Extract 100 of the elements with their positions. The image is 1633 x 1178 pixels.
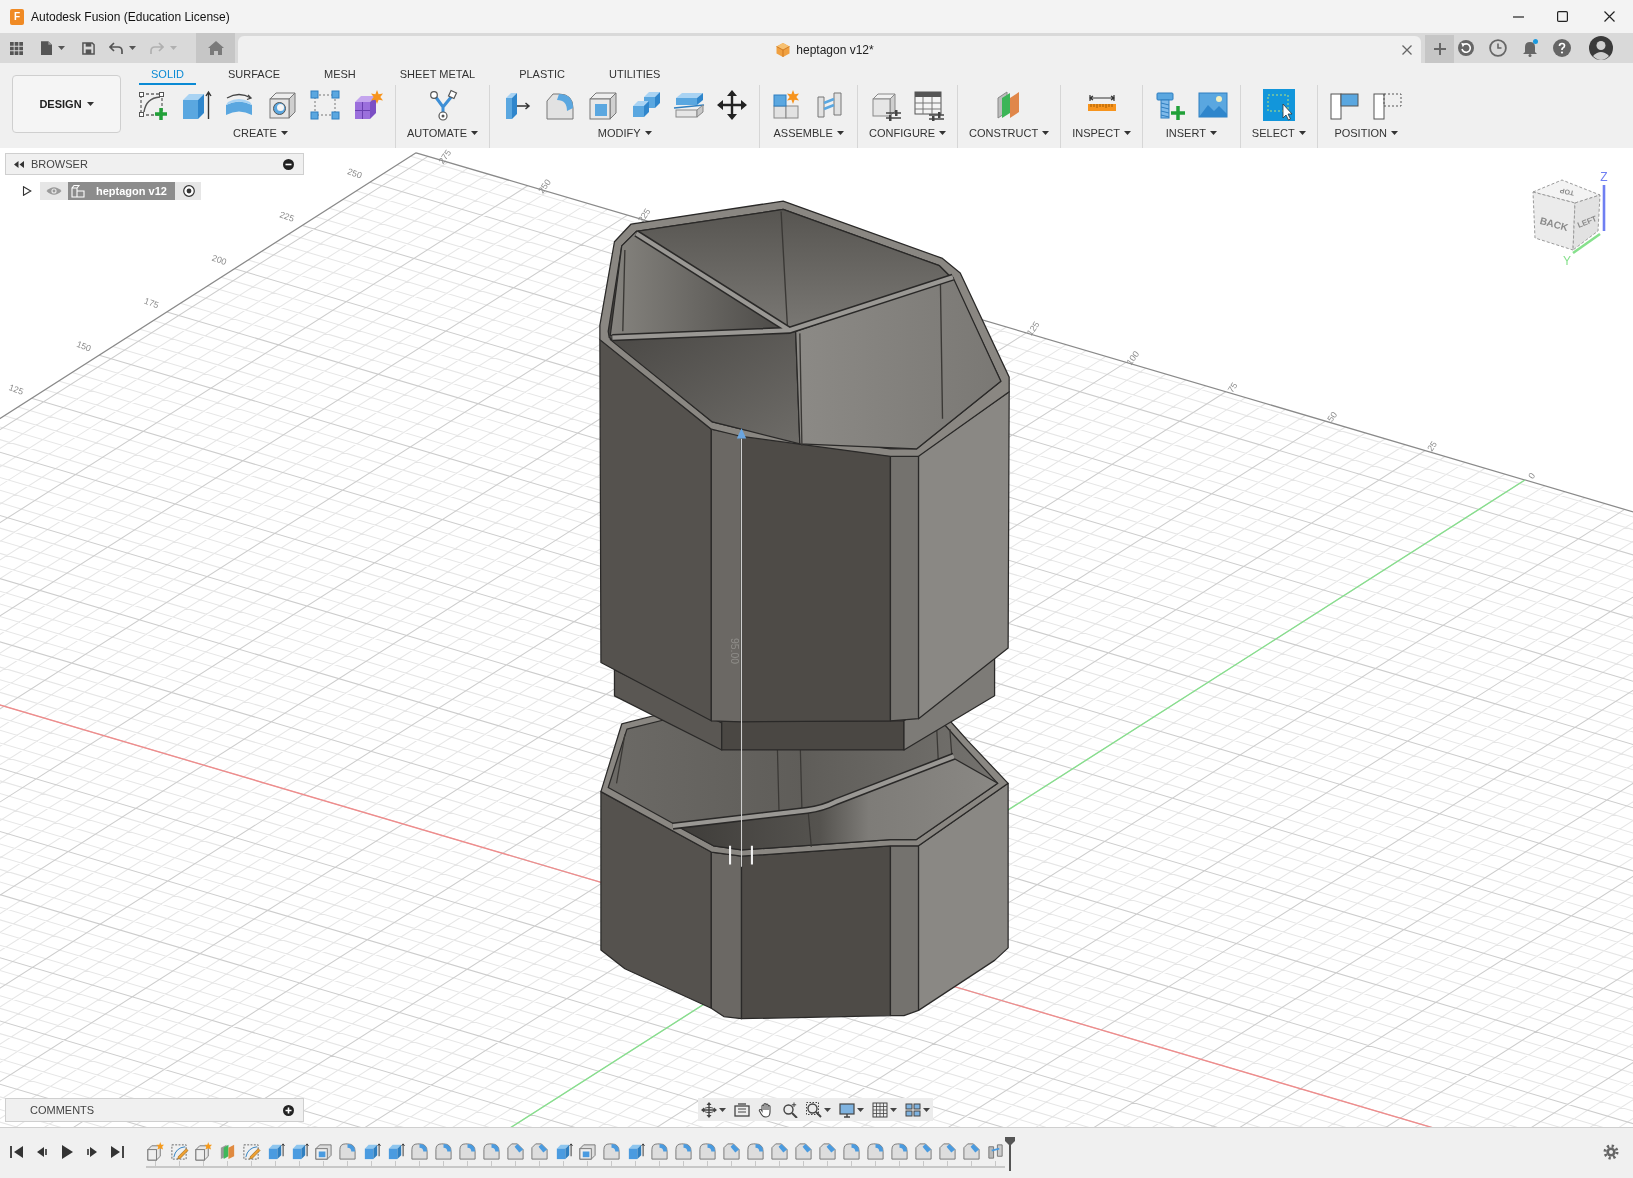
clock-icon[interactable] — [1489, 39, 1507, 57]
viewports-icon[interactable] — [905, 1101, 921, 1118]
monitor-icon[interactable] — [839, 1101, 855, 1118]
box-star-icon[interactable] — [194, 1142, 213, 1161]
ribbon-tab[interactable]: UTILITIES — [597, 68, 673, 85]
beveled-block-icon[interactable] — [506, 1142, 525, 1161]
expand-icon[interactable] — [22, 186, 32, 196]
bell-icon[interactable] — [1521, 39, 1539, 57]
zoom-window-icon[interactable] — [806, 1101, 822, 1118]
rounded-block-icon[interactable] — [434, 1142, 453, 1161]
planes-icon[interactable] — [218, 1142, 237, 1161]
rounded-block-icon[interactable] — [890, 1142, 909, 1161]
bolt-plus-icon[interactable] — [1153, 89, 1186, 121]
pencil-square-icon[interactable] — [170, 1142, 189, 1161]
cube-sparkle-icon[interactable] — [352, 89, 384, 121]
close-icon[interactable] — [1604, 11, 1615, 22]
rounded-block-icon[interactable] — [602, 1142, 621, 1161]
group-menu[interactable]: AUTOMATE — [407, 127, 479, 139]
table-sliders-icon[interactable] — [913, 89, 946, 121]
orbit-icon[interactable] — [701, 1101, 717, 1118]
skip-start-icon[interactable] — [10, 1145, 24, 1159]
group-menu[interactable]: CONSTRUCT — [969, 127, 1050, 139]
timeline-marker[interactable] — [1005, 1137, 1015, 1171]
rounded-block-icon[interactable] — [482, 1142, 501, 1161]
caret-icon[interactable] — [824, 1107, 831, 1112]
rounded-block-icon[interactable] — [866, 1142, 885, 1161]
hollow-box-icon[interactable] — [578, 1142, 597, 1161]
rounded-block-icon[interactable] — [458, 1142, 477, 1161]
ribbon-tab[interactable]: MESH — [312, 68, 368, 85]
step-forward-icon[interactable] — [85, 1145, 99, 1159]
minus-circle-icon[interactable] — [283, 158, 294, 170]
radio-icon[interactable] — [182, 185, 195, 197]
corner-squares-icon[interactable] — [309, 89, 341, 121]
apps-grid-icon[interactable] — [10, 41, 23, 55]
box-hole-icon[interactable] — [266, 89, 298, 121]
workspace-menu[interactable]: DESIGN — [12, 75, 121, 133]
rounded-block-icon[interactable] — [410, 1142, 429, 1161]
group-menu[interactable]: ASSEMBLE — [773, 127, 844, 139]
box-arrow-icon[interactable] — [180, 89, 212, 121]
beveled-block-icon[interactable] — [722, 1142, 741, 1161]
zoom-icon[interactable] — [782, 1101, 798, 1118]
group-menu[interactable]: MODIFY — [597, 127, 652, 139]
settings-icon[interactable] — [1603, 1144, 1619, 1160]
group-menu[interactable]: INSERT — [1165, 127, 1217, 139]
skip-end-icon[interactable] — [110, 1145, 124, 1159]
image-icon[interactable] — [1196, 89, 1229, 121]
play-icon[interactable] — [60, 1145, 74, 1159]
frame-icon[interactable] — [734, 1101, 750, 1118]
plus-circle-icon[interactable] — [283, 1104, 294, 1116]
rounded-block-icon[interactable] — [674, 1142, 693, 1161]
beveled-block-icon[interactable] — [770, 1142, 789, 1161]
step-back-icon[interactable] — [35, 1145, 49, 1159]
move-arrows-icon[interactable] — [716, 89, 749, 121]
new-tab-button[interactable] — [1425, 35, 1454, 63]
caret-icon — [471, 131, 479, 135]
beveled-block-icon[interactable] — [962, 1142, 981, 1161]
ribbon-tab[interactable]: PLASTIC — [507, 68, 577, 85]
collapse-icon[interactable] — [14, 160, 24, 168]
caret-icon[interactable] — [58, 46, 65, 50]
document-tab[interactable]: heptagon v12* — [238, 36, 1421, 63]
beveled-block-icon[interactable] — [530, 1142, 549, 1161]
rounded-block-icon[interactable] — [650, 1142, 669, 1161]
beveled-block-icon[interactable] — [818, 1142, 837, 1161]
ribbon-tab[interactable]: SURFACE — [216, 68, 292, 85]
undo-icon[interactable] — [109, 41, 123, 55]
caret-icon[interactable] — [923, 1107, 930, 1112]
caret-icon[interactable] — [719, 1107, 726, 1112]
hollow-box-icon[interactable] — [314, 1142, 333, 1161]
home-button[interactable] — [196, 33, 235, 63]
sketch-plus-icon[interactable] — [137, 89, 169, 121]
bracket-pair-icon[interactable] — [986, 1142, 1005, 1161]
ribbon-tab[interactable]: SHEET METAL — [387, 68, 488, 85]
selection-cursor-icon[interactable] — [1262, 89, 1295, 121]
rounded-block-icon[interactable] — [842, 1142, 861, 1161]
save-icon[interactable] — [82, 41, 95, 55]
caret-icon[interactable] — [890, 1107, 897, 1112]
rounded-block-icon[interactable] — [698, 1142, 717, 1161]
rounded-block-icon[interactable] — [338, 1142, 357, 1161]
beveled-block-icon[interactable] — [794, 1142, 813, 1161]
group-menu[interactable]: POSITION — [1334, 127, 1398, 139]
caret-icon[interactable] — [129, 46, 136, 50]
rounded-block-icon[interactable] — [746, 1142, 765, 1161]
grid-icon[interactable] — [872, 1101, 888, 1118]
minimize-icon[interactable] — [1513, 15, 1524, 18]
maximize-icon[interactable] — [1557, 11, 1568, 22]
hollow-box-icon[interactable] — [587, 89, 620, 121]
group-menu[interactable]: CONFIGURE — [869, 127, 947, 139]
beveled-block-icon[interactable] — [914, 1142, 933, 1161]
pan-hand-icon[interactable] — [758, 1101, 774, 1118]
user-avatar[interactable] — [1589, 36, 1613, 60]
group-menu[interactable]: SELECT — [1251, 127, 1306, 139]
file-icon[interactable] — [41, 41, 52, 55]
pencil-square-icon[interactable] — [242, 1142, 261, 1161]
group-menu[interactable]: CREATE — [233, 127, 288, 139]
caret-icon[interactable] — [857, 1107, 864, 1112]
group-menu[interactable]: INSPECT — [1072, 127, 1131, 139]
beveled-block-icon[interactable] — [938, 1142, 957, 1161]
box-star-icon[interactable] — [146, 1142, 165, 1161]
help-icon[interactable] — [1553, 39, 1571, 57]
eye-icon[interactable] — [46, 186, 62, 196]
